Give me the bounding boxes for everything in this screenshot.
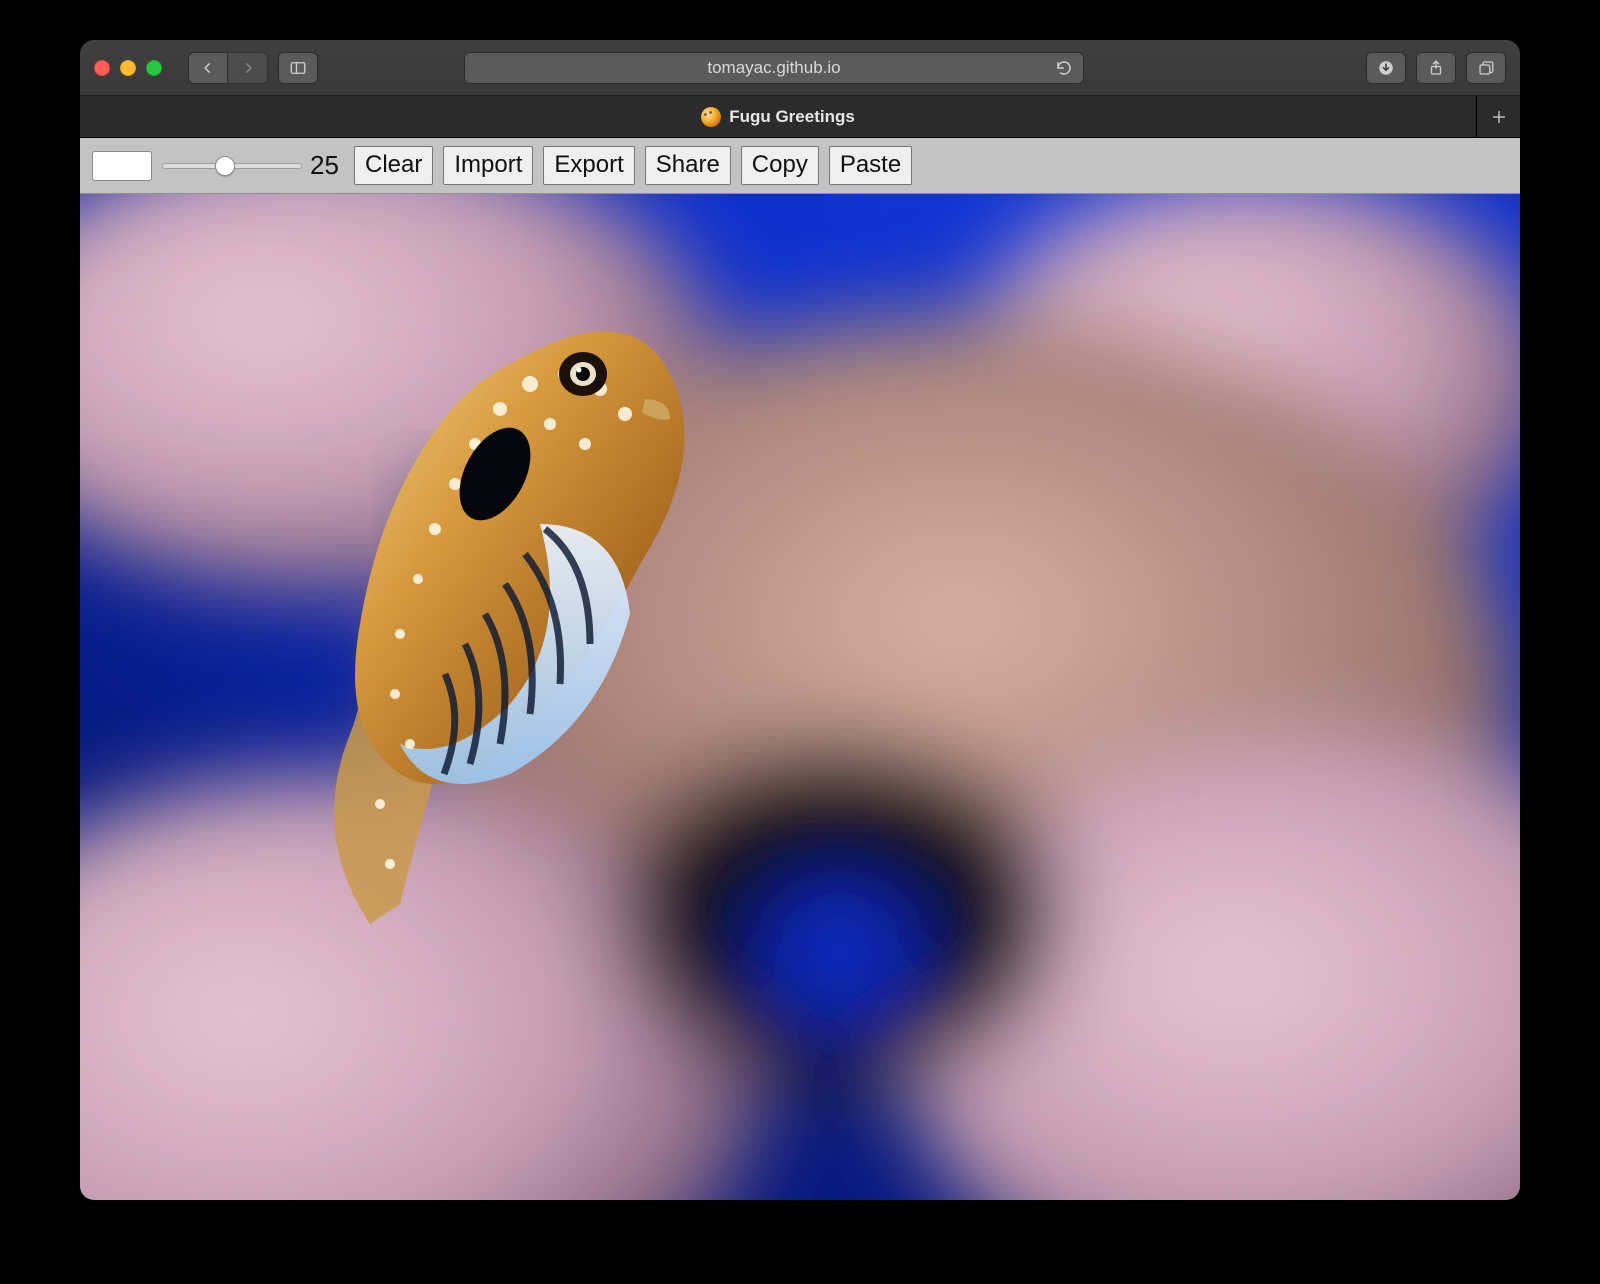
drawing-canvas[interactable] [80,194,1520,1200]
address-bar[interactable]: tomayac.github.io [464,52,1084,84]
sidebar-icon [289,59,307,77]
safari-toolbar: tomayac.github.io [80,40,1520,96]
share-button-app[interactable]: Share [645,146,731,185]
color-picker[interactable] [92,151,152,181]
import-button[interactable]: Import [443,146,533,185]
navigation-buttons [188,52,268,84]
window-controls [94,60,162,76]
reload-icon [1055,59,1073,77]
downloads-button[interactable] [1366,52,1406,84]
minimize-window-button[interactable] [120,60,136,76]
canvas-image [80,194,1520,1200]
share-button[interactable] [1416,52,1456,84]
clear-button[interactable]: Clear [354,146,433,185]
brush-size-value: 25 [310,150,344,181]
chevron-right-icon [241,61,255,75]
share-icon [1427,59,1445,77]
toolbar-right-cluster [1366,52,1506,84]
forward-button[interactable] [228,52,268,84]
paste-button[interactable]: Paste [829,146,912,185]
tab-active[interactable]: Fugu Greetings [80,96,1476,137]
tabs-icon [1477,59,1495,77]
pufferfish-icon [701,107,721,127]
browser-window: tomayac.github.io [80,40,1520,1200]
copy-button[interactable]: Copy [741,146,819,185]
download-icon [1377,59,1395,77]
zoom-window-button[interactable] [146,60,162,76]
new-tab-button[interactable] [1476,96,1520,137]
tabs-overview-button[interactable] [1466,52,1506,84]
plus-icon [1490,108,1508,126]
close-window-button[interactable] [94,60,110,76]
sidebar-toggle-button[interactable] [278,52,318,84]
export-button[interactable]: Export [543,146,634,185]
tab-strip: Fugu Greetings [80,96,1520,138]
tab-title: Fugu Greetings [729,107,855,127]
slider-thumb[interactable] [215,156,235,176]
brush-size-slider[interactable] [162,163,302,169]
reload-button[interactable] [1055,59,1073,77]
app-toolbar: 25 Clear Import Export Share Copy Paste [80,138,1520,194]
address-text: tomayac.github.io [707,58,840,78]
brush-size-control: 25 [162,150,344,181]
chevron-left-icon [201,61,215,75]
back-button[interactable] [188,52,228,84]
